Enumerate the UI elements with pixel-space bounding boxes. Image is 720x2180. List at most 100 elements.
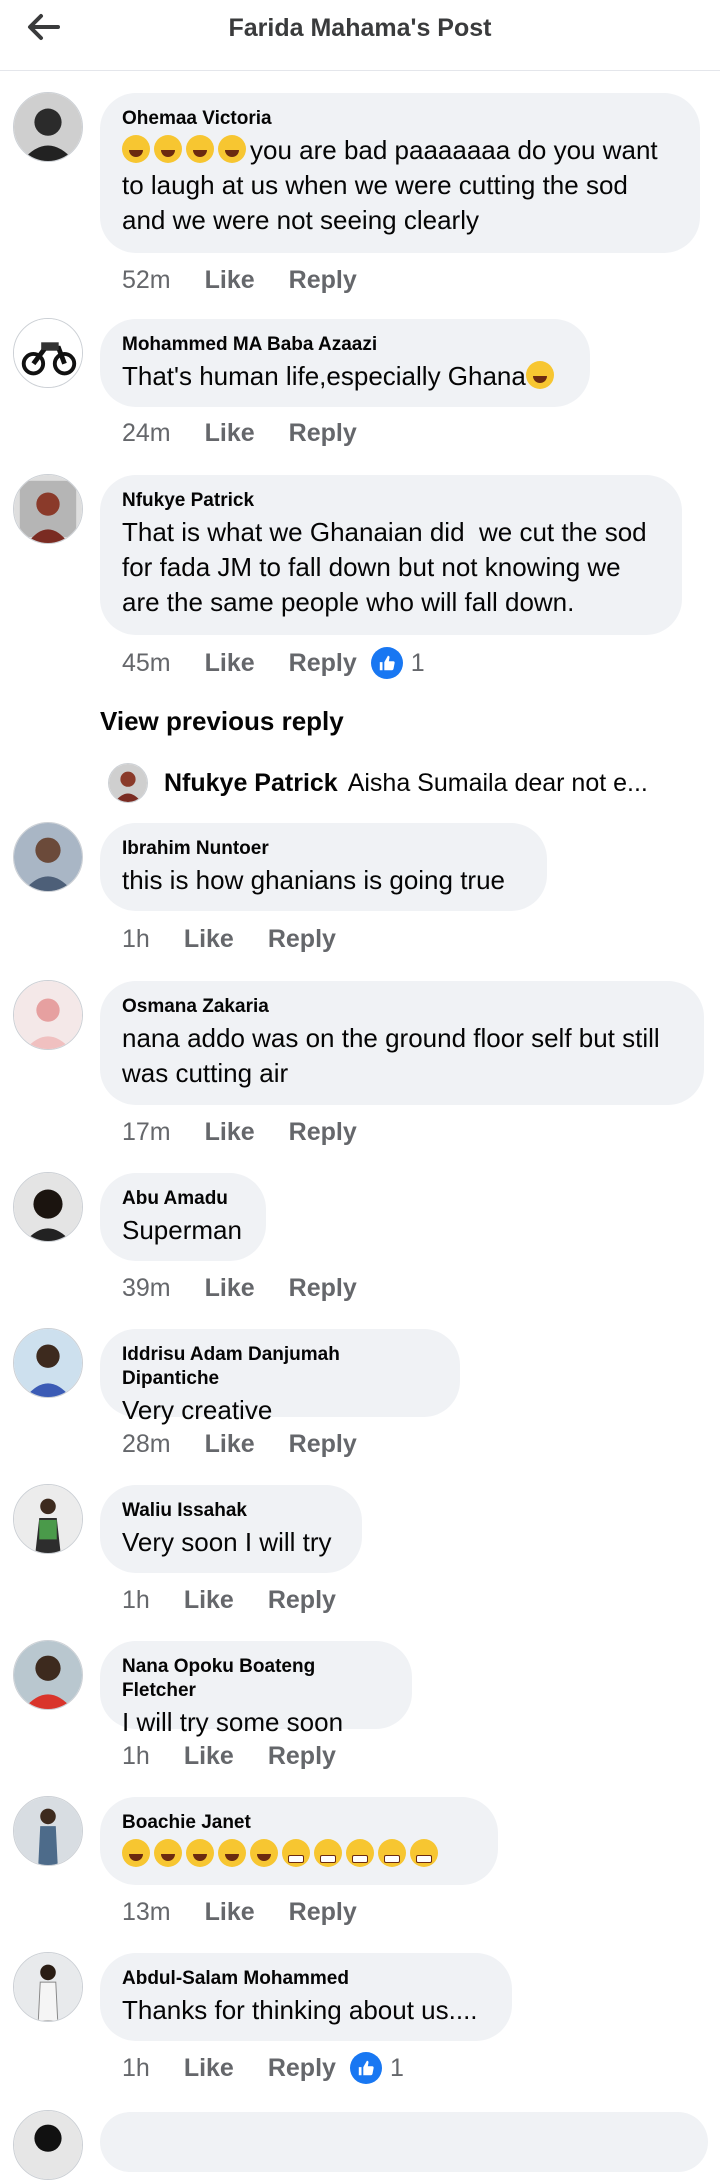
comment-time[interactable]: 1h — [122, 925, 150, 954]
comment-author[interactable]: Iddrisu Adam Danjumah Dipantiche — [122, 1343, 438, 1391]
avatar[interactable] — [13, 2110, 83, 2180]
avatar[interactable] — [13, 822, 83, 892]
comment-bubble: Iddrisu Adam Danjumah Dipantiche Very cr… — [100, 1329, 460, 1425]
comment-text: I will try some soon — [122, 1707, 344, 1737]
comment-text: Thanks for thinking about us.... — [122, 1995, 478, 2025]
reaction-count[interactable]: 1 — [370, 647, 425, 679]
comment-actions: 39m Like Reply — [122, 1271, 357, 1305]
comment-text: nana addo was on the ground floor self b… — [122, 1023, 667, 1088]
comment-author[interactable]: Abdul-Salam Mohammed — [122, 1967, 490, 1991]
reaction-count[interactable]: 1 — [349, 2052, 404, 2084]
like-button[interactable]: Like — [205, 1898, 255, 1927]
like-button[interactable]: Like — [184, 2054, 234, 2083]
comment-time[interactable]: 39m — [122, 1274, 171, 1303]
comment-text — [122, 1837, 476, 1872]
comment-bubble: Osmana Zakaria nana addo was on the grou… — [100, 981, 704, 1105]
like-button[interactable]: Like — [184, 1586, 234, 1615]
comment-author[interactable]: Boachie Janet — [122, 1811, 476, 1835]
comment-actions: 28m Like Reply — [122, 1427, 357, 1461]
like-button[interactable]: Like — [205, 266, 255, 295]
reply-button[interactable]: Reply — [289, 1118, 357, 1147]
comment-time[interactable]: 1h — [122, 2054, 150, 2083]
grimacing-emoji-icon — [314, 1839, 342, 1867]
like-button[interactable]: Like — [205, 649, 255, 678]
comment-bubble: Mohammed MA Baba Azaazi That's human lif… — [100, 319, 590, 407]
reply-button[interactable]: Reply — [289, 1898, 357, 1927]
comment-author[interactable]: Waliu Issahak — [122, 1499, 340, 1523]
like-button[interactable]: Like — [205, 1118, 255, 1147]
comment-time[interactable]: 24m — [122, 419, 171, 448]
like-button[interactable]: Like — [184, 925, 234, 954]
comment-bubble: Waliu Issahak Very soon I will try — [100, 1485, 362, 1573]
avatar[interactable] — [13, 92, 83, 162]
comment-time[interactable]: 13m — [122, 1898, 171, 1927]
comment-text: Very soon I will try — [122, 1527, 332, 1557]
comment-author[interactable]: Mohammed MA Baba Azaazi — [122, 333, 568, 357]
thumbs-up-icon — [370, 647, 403, 679]
reply-preview[interactable]: Nfukye Patrick Aisha Sumaila dear not e.… — [108, 760, 708, 806]
reply-button[interactable]: Reply — [268, 925, 336, 954]
reply-button[interactable]: Reply — [289, 649, 357, 678]
comment-time[interactable]: 1h — [122, 1742, 150, 1771]
comment-actions: 52m Like Reply — [122, 263, 357, 297]
comment-time[interactable]: 52m — [122, 266, 171, 295]
laughing-emoji-icon — [186, 135, 214, 163]
avatar[interactable] — [13, 1172, 83, 1242]
avatar[interactable] — [13, 1484, 83, 1554]
comment-actions: 1h Like Reply — [122, 1583, 336, 1617]
avatar[interactable] — [13, 980, 83, 1050]
reply-button[interactable]: Reply — [289, 1430, 357, 1459]
avatar[interactable] — [13, 1328, 83, 1398]
grimacing-emoji-icon — [378, 1839, 406, 1867]
comment-author[interactable]: Nana Opoku Boateng Fletcher — [122, 1655, 390, 1703]
avatar — [108, 763, 148, 803]
comment-actions: 1h Like Reply — [122, 1739, 336, 1773]
thumbs-up-icon — [349, 2052, 382, 2084]
reply-button[interactable]: Reply — [289, 1274, 357, 1303]
comment-author[interactable]: Osmana Zakaria — [122, 995, 682, 1019]
comment-author[interactable]: Abu Amadu — [122, 1187, 244, 1211]
grimacing-emoji-icon — [410, 1839, 438, 1867]
comment-text: this is how ghanians is going true — [122, 865, 506, 895]
rofl-emoji-icon — [186, 1839, 214, 1867]
like-button[interactable]: Like — [205, 1274, 255, 1303]
comment-text: Very creative — [122, 1395, 273, 1425]
rofl-emoji-icon — [218, 1839, 246, 1867]
rofl-emoji-icon — [122, 1839, 150, 1867]
page-title: Farida Mahama's Post — [228, 14, 492, 42]
comment-bubble: Abdul-Salam Mohammed Thanks for thinking… — [100, 1953, 512, 2041]
reply-author: Nfukye Patrick — [164, 768, 338, 797]
avatar[interactable] — [13, 1796, 83, 1866]
comment-author[interactable]: Nfukye Patrick — [122, 489, 660, 513]
comment-time[interactable]: 17m — [122, 1118, 171, 1147]
comment-bubble: Nfukye Patrick That is what we Ghanaian … — [100, 475, 682, 635]
comment-time[interactable]: 45m — [122, 649, 171, 678]
comment-actions: 1h Like Reply — [122, 922, 336, 956]
comment-author[interactable]: Ibrahim Nuntoer — [122, 837, 525, 861]
like-button[interactable]: Like — [184, 1742, 234, 1771]
like-button[interactable]: Like — [205, 1430, 255, 1459]
reply-button[interactable]: Reply — [289, 266, 357, 295]
comment-bubble: Ohemaa Victoria you are bad paaaaaaa do … — [100, 93, 700, 253]
avatar[interactable] — [13, 474, 83, 544]
top-bar: Farida Mahama's Post — [0, 0, 720, 71]
comment-time[interactable]: 28m — [122, 1430, 171, 1459]
reply-button[interactable]: Reply — [268, 2054, 336, 2083]
avatar[interactable] — [13, 318, 83, 388]
comment-text: you are bad paaaaaaa do you want to laug… — [122, 135, 665, 235]
comment-actions: 13m Like Reply — [122, 1895, 357, 1929]
comment-author[interactable]: Ohemaa Victoria — [122, 107, 678, 131]
comment-bubble: Boachie Janet — [100, 1797, 498, 1885]
reply-button[interactable]: Reply — [268, 1586, 336, 1615]
comment-text: That's human life,especially Ghana — [122, 359, 568, 394]
avatar[interactable] — [13, 1640, 83, 1710]
avatar[interactable] — [13, 1952, 83, 2022]
view-previous-reply-link[interactable]: View previous reply — [100, 706, 344, 737]
comment-time[interactable]: 1h — [122, 1586, 150, 1615]
like-button[interactable]: Like — [205, 419, 255, 448]
grimacing-emoji-icon — [282, 1839, 310, 1867]
reply-button[interactable]: Reply — [268, 1742, 336, 1771]
reply-button[interactable]: Reply — [289, 419, 357, 448]
rofl-emoji-icon — [250, 1839, 278, 1867]
comment-bubble: Ibrahim Nuntoer this is how ghanians is … — [100, 823, 547, 911]
